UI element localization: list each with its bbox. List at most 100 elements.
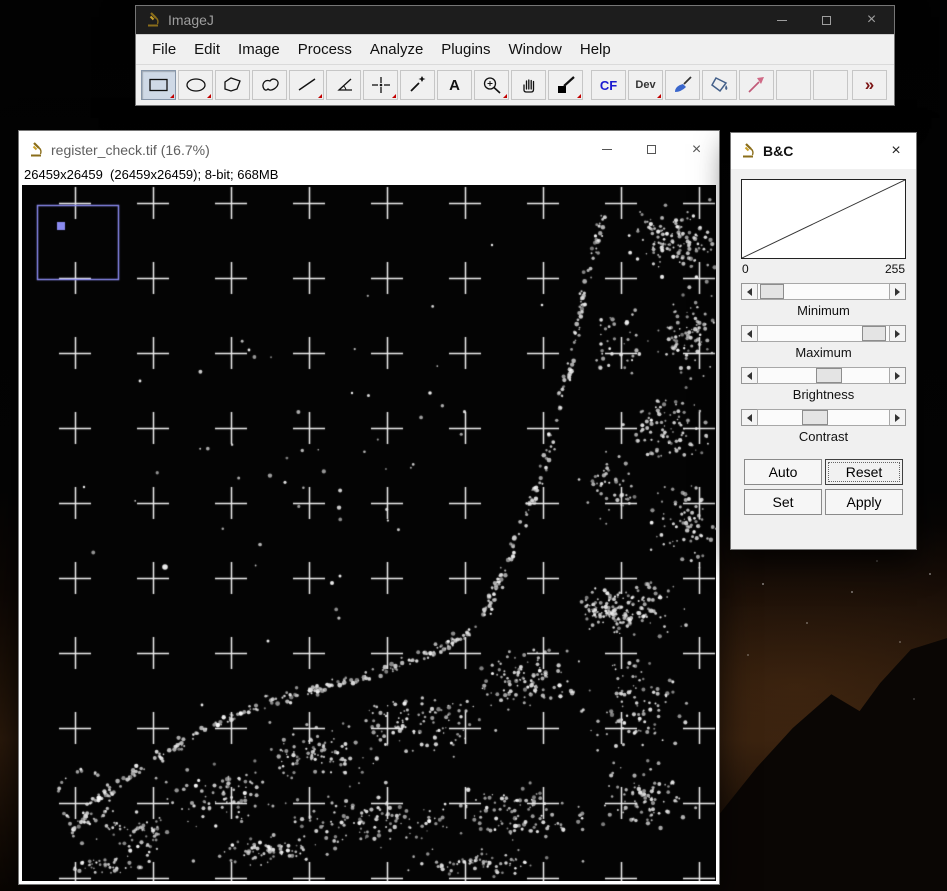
minimum-slider-right-arrow[interactable] xyxy=(889,283,906,300)
image-window-title: register_check.tif (16.7%) xyxy=(51,142,210,158)
hand-tool-button[interactable] xyxy=(511,70,546,100)
contrast-slider[interactable] xyxy=(741,409,906,426)
menu-item-image[interactable]: Image xyxy=(229,41,289,58)
dropdown-indicator-icon xyxy=(503,94,507,98)
minimum-slider-track[interactable] xyxy=(757,283,890,300)
brightness-label: Brightness xyxy=(741,387,906,402)
maximum-slider-left-arrow[interactable] xyxy=(741,325,758,342)
left-arrow-icon xyxy=(747,330,752,338)
close-button[interactable]: × xyxy=(876,133,916,169)
maximize-button[interactable] xyxy=(629,131,674,168)
wand-tool-button[interactable] xyxy=(400,70,435,100)
menu-item-edit[interactable]: Edit xyxy=(185,41,229,58)
oval-icon xyxy=(184,75,208,95)
text-tool-button[interactable]: A xyxy=(437,70,472,100)
polygon-tool-button[interactable] xyxy=(215,70,250,100)
lut-line xyxy=(742,180,905,258)
close-icon: × xyxy=(867,12,876,28)
freehand-icon xyxy=(258,75,282,95)
menu-item-plugins[interactable]: Plugins xyxy=(432,41,499,58)
oval-tool-button[interactable] xyxy=(178,70,213,100)
toolbar: A CF Dev » xyxy=(136,64,894,105)
menu-item-help[interactable]: Help xyxy=(571,41,620,58)
close-button[interactable]: × xyxy=(674,131,719,168)
magnifier-icon xyxy=(480,75,504,95)
image-window-titlebar[interactable]: register_check.tif (16.7%) × xyxy=(19,131,719,168)
minimum-slider-thumb[interactable] xyxy=(760,284,784,299)
close-icon: × xyxy=(891,143,900,159)
cf-tool-button[interactable]: CF xyxy=(591,70,626,100)
close-icon: × xyxy=(692,142,701,158)
imagej-window-controls: × xyxy=(759,6,894,34)
dev-tool-button[interactable]: Dev xyxy=(628,70,663,100)
point-icon xyxy=(369,75,393,95)
zoom-tool-button[interactable] xyxy=(474,70,509,100)
brightness-slider-right-arrow[interactable] xyxy=(889,367,906,384)
minimize-button[interactable] xyxy=(759,6,804,34)
freehand-tool-button[interactable] xyxy=(252,70,287,100)
more-tools-icon: » xyxy=(865,75,874,95)
brightness-slider-thumb[interactable] xyxy=(816,368,842,383)
dropdown-indicator-icon xyxy=(207,94,211,98)
menu-item-window[interactable]: Window xyxy=(500,41,571,58)
apply-button[interactable]: Apply xyxy=(825,489,903,515)
histogram-plot xyxy=(741,179,906,259)
set-button[interactable]: Set xyxy=(744,489,822,515)
bc-window: B&C × 0 255 Minimum Maximum xyxy=(730,132,917,550)
bc-buttons: Auto Reset Set Apply xyxy=(744,459,903,515)
maximum-slider-right-arrow[interactable] xyxy=(889,325,906,342)
maximum-slider-track[interactable] xyxy=(757,325,890,342)
menu-item-file[interactable]: File xyxy=(143,41,185,58)
imagej-titlebar[interactable]: ImageJ × xyxy=(136,6,894,34)
fill-tool-button[interactable] xyxy=(702,70,737,100)
polygon-icon xyxy=(221,75,245,95)
point-tool-button[interactable] xyxy=(363,70,398,100)
minimum-slider[interactable] xyxy=(741,283,906,300)
contrast-slider-thumb[interactable] xyxy=(802,410,828,425)
image-window: register_check.tif (16.7%) × 26459x26459… xyxy=(18,130,720,885)
maximum-label: Maximum xyxy=(741,345,906,360)
imagej-app-icon xyxy=(740,143,756,159)
imagej-app-icon xyxy=(145,12,161,28)
line-tool-button[interactable] xyxy=(289,70,324,100)
angle-tool-button[interactable] xyxy=(326,70,361,100)
contrast-slider-right-arrow[interactable] xyxy=(889,409,906,426)
maximize-icon xyxy=(647,145,656,154)
menu-item-analyze[interactable]: Analyze xyxy=(361,41,432,58)
angle-icon xyxy=(332,75,356,95)
blank-tool-slot[interactable] xyxy=(813,70,848,100)
auto-button[interactable]: Auto xyxy=(744,459,822,485)
image-window-controls: × xyxy=(584,131,719,168)
text-tool-icon: A xyxy=(449,77,460,94)
brush-tool-button[interactable] xyxy=(665,70,700,100)
menu-item-process[interactable]: Process xyxy=(289,41,361,58)
hand-icon xyxy=(517,75,541,95)
rectangle-tool-button[interactable] xyxy=(141,70,176,100)
color-picker-tool-button[interactable] xyxy=(548,70,583,100)
contrast-slider-track[interactable] xyxy=(757,409,890,426)
minimum-slider-left-arrow[interactable] xyxy=(741,283,758,300)
maximize-button[interactable] xyxy=(804,6,849,34)
maximum-slider-thumb[interactable] xyxy=(862,326,886,341)
dropdown-indicator-icon xyxy=(657,94,661,98)
brush-icon xyxy=(671,75,695,95)
blank-tool-slot[interactable] xyxy=(776,70,811,100)
right-arrow-icon xyxy=(895,372,900,380)
minimize-button[interactable] xyxy=(584,131,629,168)
brightness-slider-track[interactable] xyxy=(757,367,890,384)
dropdown-indicator-icon xyxy=(170,94,174,98)
dropdown-indicator-icon xyxy=(392,94,396,98)
more-tools-button[interactable]: » xyxy=(852,70,887,100)
arrow-tool-button[interactable] xyxy=(739,70,774,100)
image-canvas[interactable] xyxy=(22,185,716,881)
histogram-min-label: 0 xyxy=(742,262,749,276)
brightness-slider-left-arrow[interactable] xyxy=(741,367,758,384)
contrast-slider-left-arrow[interactable] xyxy=(741,409,758,426)
bc-window-titlebar[interactable]: B&C × xyxy=(731,133,916,169)
color-picker-icon xyxy=(554,75,578,95)
close-button[interactable]: × xyxy=(849,6,894,34)
histogram-range-labels: 0 255 xyxy=(742,262,905,276)
brightness-slider[interactable] xyxy=(741,367,906,384)
maximum-slider[interactable] xyxy=(741,325,906,342)
reset-button[interactable]: Reset xyxy=(825,459,903,485)
